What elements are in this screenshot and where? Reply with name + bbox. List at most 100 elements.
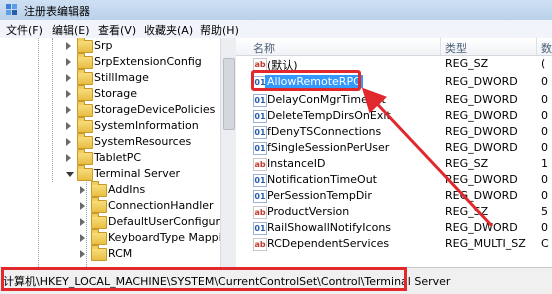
- expand-arrow-icon[interactable]: [66, 90, 71, 98]
- list-item[interactable]: 01 RailShowallNotifyIcons REG_DWORD 0: [236, 220, 552, 236]
- expand-arrow-icon[interactable]: [66, 106, 71, 114]
- tree-scrollbar[interactable]: [220, 38, 236, 267]
- value-data: 0: [541, 141, 548, 154]
- expand-arrow-icon[interactable]: [66, 138, 71, 146]
- expand-arrow-icon[interactable]: [66, 58, 71, 66]
- folder-icon: [77, 38, 93, 53]
- string-value-icon: ab: [253, 206, 267, 219]
- value-data: 0: [541, 125, 548, 138]
- value-data: 0: [541, 93, 548, 106]
- value-data: (: [541, 57, 546, 70]
- value-data: 0: [541, 109, 548, 122]
- tree-item-label: SystemResources: [94, 135, 192, 148]
- expand-arrow-icon[interactable]: [66, 42, 71, 50]
- dword-value-icon: 01: [253, 110, 267, 123]
- tree-guide-line: [52, 38, 53, 182]
- expand-arrow-icon[interactable]: [80, 186, 85, 194]
- value-type: REG_SZ: [445, 57, 489, 70]
- tree-guide-line: [38, 38, 39, 267]
- folder-icon: [77, 117, 93, 133]
- dword-value-icon: 01: [253, 174, 267, 187]
- window-title: 注册表编辑器: [24, 5, 90, 18]
- column-header-name[interactable]: 名称: [253, 40, 275, 56]
- expand-arrow-icon[interactable]: [80, 202, 85, 210]
- dword-value-icon: 01: [253, 190, 267, 203]
- tree-item-label: ConnectionHandler: [108, 199, 214, 212]
- scrollbar-thumb[interactable]: [223, 58, 235, 130]
- value-name: DelayConMgrTimeout: [267, 93, 386, 106]
- highlight-box-allowremoterpc: [251, 70, 361, 91]
- column-header-type[interactable]: 类型: [445, 40, 467, 56]
- registry-tree[interactable]: Srp SrpExtensionConfig StillImage Storag…: [0, 38, 236, 267]
- folder-icon: [91, 213, 107, 229]
- value-type: REG_DWORD: [445, 109, 518, 122]
- column-divider[interactable]: [536, 38, 537, 55]
- collapse-arrow-icon[interactable]: [66, 172, 74, 177]
- list-item[interactable]: 01 NotificationTimeOut REG_DWORD 0: [236, 172, 552, 188]
- folder-icon: [77, 69, 93, 85]
- folder-icon: [91, 197, 107, 213]
- list-item[interactable]: ab InstanceID REG_SZ 1: [236, 156, 552, 172]
- menu-view[interactable]: 查看(V): [98, 22, 136, 38]
- value-type: REG_DWORD: [445, 141, 518, 154]
- expand-arrow-icon[interactable]: [80, 218, 85, 226]
- menu-file[interactable]: 文件(F): [6, 22, 43, 38]
- folder-icon: [77, 133, 93, 149]
- value-name: fSingleSessionPerUser: [267, 141, 390, 154]
- dword-value-icon: 01: [253, 142, 267, 155]
- list-item[interactable]: ab RCDependentServices REG_MULTI_SZ C: [236, 236, 552, 252]
- expand-arrow-icon[interactable]: [66, 122, 71, 130]
- value-type: REG_DWORD: [445, 125, 518, 138]
- value-data: 1: [541, 157, 548, 170]
- value-type: REG_DWORD: [445, 173, 518, 186]
- folder-icon: [91, 181, 107, 197]
- column-divider[interactable]: [440, 38, 441, 55]
- expand-arrow-icon[interactable]: [66, 154, 71, 162]
- dword-value-icon: 01: [253, 126, 267, 139]
- value-name: DeleteTempDirsOnExit: [267, 109, 391, 122]
- title-bar: 注册表编辑器: [0, 0, 552, 20]
- value-data: C: [541, 237, 549, 250]
- folder-icon: [77, 149, 93, 165]
- expand-arrow-icon[interactable]: [80, 234, 85, 242]
- tree-item-label: RCM: [108, 247, 133, 260]
- menu-favorites[interactable]: 收藏夹(A): [144, 22, 193, 38]
- value-name: ProductVersion: [267, 205, 350, 218]
- value-data: 0: [541, 189, 548, 202]
- menu-edit[interactable]: 编辑(E): [52, 22, 90, 38]
- tree-item-label: DefaultUserConfiguration: [108, 215, 236, 228]
- folder-icon: [91, 229, 107, 245]
- list-item[interactable]: 01 fSingleSessionPerUser REG_DWORD 0: [236, 140, 552, 156]
- list-item[interactable]: 01 DeleteTempDirsOnExit REG_DWORD 0: [236, 108, 552, 124]
- folder-open-icon: [77, 165, 93, 181]
- value-name: RailShowallNotifyIcons: [267, 221, 392, 234]
- folder-icon: [77, 101, 93, 117]
- value-type: REG_SZ: [445, 157, 489, 170]
- value-type: REG_DWORD: [445, 93, 518, 106]
- list-item[interactable]: 01 fDenyTSConnections REG_DWORD 0: [236, 124, 552, 140]
- value-name: NotificationTimeOut: [267, 173, 377, 186]
- dword-value-icon: 01: [253, 94, 267, 107]
- value-data: 5: [541, 205, 548, 218]
- string-value-icon: ab: [253, 158, 267, 171]
- tree-item-label: Terminal Server: [94, 167, 181, 180]
- highlight-box-path: [1, 267, 407, 291]
- value-type: REG_DWORD: [445, 75, 518, 88]
- list-item[interactable]: 01 DelayConMgrTimeout REG_DWORD 0: [236, 92, 552, 108]
- value-type: REG_MULTI_SZ: [445, 237, 526, 250]
- menu-help[interactable]: 帮助(H): [200, 22, 239, 38]
- tree-guide-line: [86, 182, 87, 267]
- tree-item-label: SystemInformation: [94, 119, 199, 132]
- value-data: 0: [541, 221, 548, 234]
- value-data: 0: [541, 75, 548, 88]
- tree-item-label: AddIns: [108, 183, 146, 196]
- list-item[interactable]: ab ProductVersion REG_SZ 5: [236, 204, 552, 220]
- tree-item-label: Srp: [94, 39, 113, 52]
- column-header-data[interactable]: 数: [541, 40, 552, 56]
- expand-arrow-icon[interactable]: [66, 74, 71, 82]
- value-name: RCDependentServices: [267, 237, 390, 250]
- tree-item-label: KeyboardType Mapping: [108, 231, 236, 244]
- list-item[interactable]: 01 PerSessionTempDir REG_DWORD 0: [236, 188, 552, 204]
- expand-arrow-icon[interactable]: [80, 250, 85, 258]
- tree-item-label: SrpExtensionConfig: [94, 55, 202, 68]
